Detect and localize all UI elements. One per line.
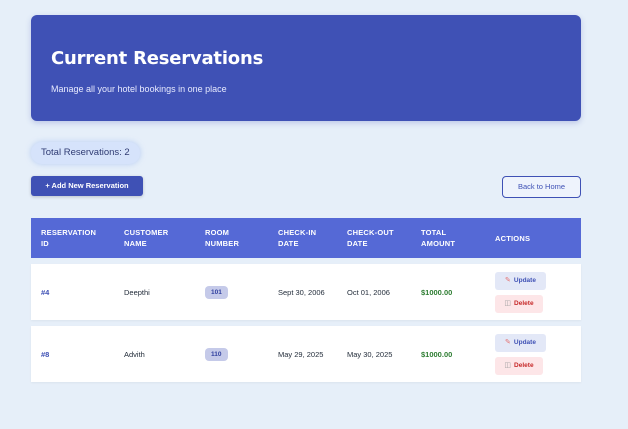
customer-name: Advith [124, 349, 145, 359]
table-header: RESERVATION ID CUSTOMER NAME ROOM NUMBER… [31, 218, 581, 258]
total-amount: $1000.00 [421, 349, 453, 359]
room-number-badge: 110 [205, 347, 228, 361]
update-label: Update [513, 277, 536, 284]
customer-name: Deepthi [124, 287, 150, 297]
column-header-actions: ACTIONS [495, 233, 531, 243]
trash-icon: ◫ [504, 362, 512, 369]
check-in-date: Sept 30, 2006 [278, 287, 325, 297]
update-label: Update [513, 339, 536, 346]
row-actions: ✎ Update ◫ Delete [495, 333, 581, 375]
page-header: Current Reservations Manage all your hot… [31, 15, 581, 121]
table-row: #4 Deepthi 101 Sept 30, 2006 Oct 01, 200… [31, 264, 581, 320]
room-number-badge: 101 [205, 285, 228, 299]
trash-icon: ◫ [504, 300, 512, 307]
column-header-reservation-id: RESERVATION ID [41, 228, 97, 248]
check-out-date: Oct 01, 2006 [347, 287, 390, 297]
pencil-icon: ✎ [505, 277, 511, 284]
total-reservations-badge: Total Reservations: 2 [31, 142, 140, 164]
column-header-room-number: ROOM NUMBER [205, 228, 240, 248]
reservation-id: #4 [41, 287, 50, 297]
pencil-icon: ✎ [505, 339, 511, 346]
reservations-table: RESERVATION ID CUSTOMER NAME ROOM NUMBER… [31, 218, 581, 382]
add-reservation-button[interactable]: + Add New Reservation [31, 176, 143, 196]
delete-button[interactable]: ◫ Delete [495, 356, 543, 375]
column-header-check-out: CHECK-OUT DATE [347, 228, 394, 248]
update-button[interactable]: ✎ Update [495, 333, 546, 352]
back-to-home-button[interactable]: Back to Home [502, 176, 581, 198]
delete-label: Delete [514, 300, 534, 307]
row-actions: ✎ Update ◫ Delete [495, 271, 581, 313]
check-out-date: May 30, 2025 [347, 349, 393, 359]
table-row: #8 Advith 110 May 29, 2025 May 30, 2025 … [31, 326, 581, 382]
page-title: Current Reservations [51, 48, 264, 69]
total-amount: $1000.00 [421, 287, 453, 297]
delete-label: Delete [514, 362, 534, 369]
update-button[interactable]: ✎ Update [495, 271, 546, 290]
page-subtitle: Manage all your hotel bookings in one pl… [51, 84, 227, 94]
column-header-check-in: CHECK-IN DATE [278, 228, 317, 248]
reservation-id: #8 [41, 349, 50, 359]
delete-button[interactable]: ◫ Delete [495, 294, 543, 313]
column-header-total-amount: TOTAL AMOUNT [421, 228, 456, 248]
check-in-date: May 29, 2025 [278, 349, 324, 359]
column-header-customer-name: CUSTOMER NAME [124, 228, 169, 248]
